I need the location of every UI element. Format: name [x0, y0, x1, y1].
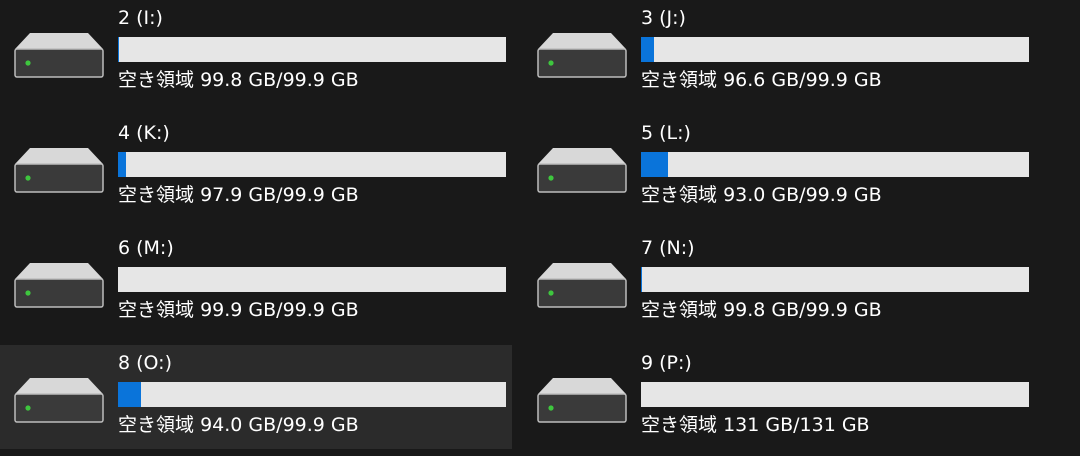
free-space-value: 93.0 GB/99.9 GB [723, 184, 882, 206]
free-space-value: 96.6 GB/99.9 GB [723, 69, 882, 91]
usage-bar [641, 152, 1029, 177]
free-space-value: 99.9 GB/99.9 GB [200, 299, 359, 321]
hard-drive-icon [14, 263, 104, 308]
drive-tile-i[interactable]: 2 (I:) 空き領域 99.8 GB/99.9 GB [0, 0, 512, 104]
usage-fill [641, 152, 668, 177]
usage-bar [641, 382, 1029, 407]
free-space-text: 空き領域 99.8 GB/99.9 GB [641, 298, 882, 322]
hard-drive-icon [537, 148, 627, 193]
free-space-label: 空き領域 [118, 414, 195, 436]
drives-grid: 2 (I:) 空き領域 99.8 GB/99.9 GB 3 (J:) 空き領域 … [0, 0, 1080, 456]
drive-name: 6 (M:) [118, 237, 174, 259]
drive-tile-k[interactable]: 4 (K:) 空き領域 97.9 GB/99.9 GB [0, 115, 512, 219]
free-space-label: 空き領域 [641, 184, 718, 206]
usage-bar [641, 37, 1029, 62]
free-space-label: 空き領域 [641, 69, 718, 91]
free-space-value: 131 GB/131 GB [723, 414, 870, 436]
drive-name: 2 (I:) [118, 7, 163, 29]
hard-drive-icon [14, 33, 104, 78]
free-space-text: 空き領域 99.8 GB/99.9 GB [118, 68, 359, 92]
drive-name: 8 (O:) [118, 352, 172, 374]
free-space-text: 空き領域 96.6 GB/99.9 GB [641, 68, 882, 92]
hard-drive-icon [14, 148, 104, 193]
free-space-value: 99.8 GB/99.9 GB [200, 69, 359, 91]
drive-tile-j[interactable]: 3 (J:) 空き領域 96.6 GB/99.9 GB [523, 0, 1035, 104]
hard-drive-icon [14, 378, 104, 423]
drive-tile-l[interactable]: 5 (L:) 空き領域 93.0 GB/99.9 GB [523, 115, 1035, 219]
usage-fill [641, 37, 654, 62]
drive-name: 3 (J:) [641, 7, 686, 29]
free-space-text: 空き領域 99.9 GB/99.9 GB [118, 298, 359, 322]
free-space-label: 空き領域 [118, 299, 195, 321]
drive-tile-m[interactable]: 6 (M:) 空き領域 99.9 GB/99.9 GB [0, 230, 512, 334]
free-space-value: 99.8 GB/99.9 GB [723, 299, 882, 321]
free-space-value: 97.9 GB/99.9 GB [200, 184, 359, 206]
usage-bar [118, 152, 506, 177]
usage-fill [118, 152, 126, 177]
free-space-text: 空き領域 93.0 GB/99.9 GB [641, 183, 882, 207]
drive-tile-n[interactable]: 7 (N:) 空き領域 99.8 GB/99.9 GB [523, 230, 1035, 334]
free-space-label: 空き領域 [641, 299, 718, 321]
usage-bar [641, 267, 1029, 292]
free-space-label: 空き領域 [118, 184, 195, 206]
usage-fill [118, 382, 141, 407]
usage-bar [118, 267, 506, 292]
drive-name: 7 (N:) [641, 237, 695, 259]
free-space-text: 空き領域 131 GB/131 GB [641, 413, 870, 437]
free-space-label: 空き領域 [641, 414, 718, 436]
usage-bar [118, 37, 506, 62]
drive-tile-p[interactable]: 9 (P:) 空き領域 131 GB/131 GB [523, 345, 1035, 449]
drive-name: 5 (L:) [641, 122, 691, 144]
usage-bar [118, 382, 506, 407]
drive-tile-o[interactable]: 8 (O:) 空き領域 94.0 GB/99.9 GB [0, 345, 512, 449]
free-space-text: 空き領域 97.9 GB/99.9 GB [118, 183, 359, 207]
hard-drive-icon [537, 33, 627, 78]
hard-drive-icon [537, 263, 627, 308]
drive-name: 4 (K:) [118, 122, 170, 144]
drive-name: 9 (P:) [641, 352, 692, 374]
free-space-text: 空き領域 94.0 GB/99.9 GB [118, 413, 359, 437]
free-space-value: 94.0 GB/99.9 GB [200, 414, 359, 436]
hard-drive-icon [537, 378, 627, 423]
free-space-label: 空き領域 [118, 69, 195, 91]
